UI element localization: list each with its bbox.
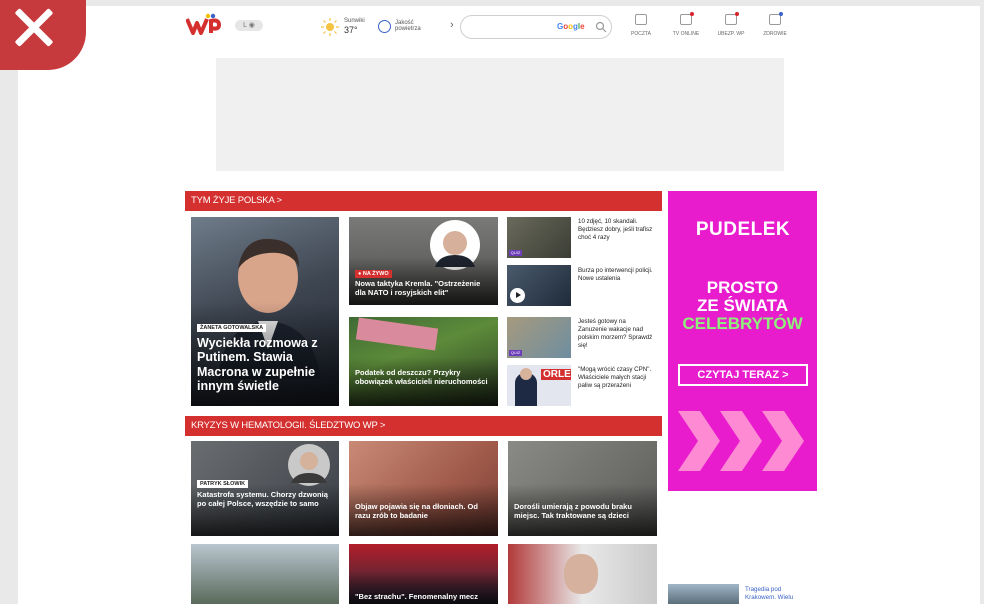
- pudelek-headline-line1: PROSTO: [706, 278, 779, 297]
- pudelek-headline-line3: CELEBRYTÓW: [682, 314, 803, 333]
- article-tile[interactable]: Objaw pojawia się na dłoniach. Od razu z…: [349, 441, 498, 536]
- air-quality-label: Jakość powietrza: [395, 20, 421, 32]
- side-article-title[interactable]: Burza po interwencji policji. Nowe ustal…: [578, 267, 656, 283]
- article-title: Dorośli umierają z powodu braku miejsc. …: [514, 502, 632, 520]
- chevron-arrows-icon: [678, 411, 804, 471]
- air-quality-widget[interactable]: Jakość powietrza ›: [378, 19, 458, 35]
- health-icon: [769, 12, 783, 25]
- search-icon[interactable]: [595, 21, 607, 33]
- orlen-logo: ORLEN: [541, 369, 571, 380]
- play-icon: [510, 288, 525, 303]
- language-toggle[interactable]: L ◉: [235, 20, 263, 31]
- pudelek-logo: PUDELEK: [695, 219, 791, 240]
- author-badge: PATRYK SŁOWIK: [197, 480, 249, 488]
- air-quality-icon: [378, 20, 391, 33]
- tv-icon: [680, 12, 694, 25]
- close-icon[interactable]: [0, 0, 86, 70]
- header-link-tv[interactable]: TV ONLINE: [664, 12, 708, 37]
- google-logo: Google: [557, 22, 585, 31]
- page-container: L ◉ Sunwiki 37° Jakość powietrza › Googl…: [18, 6, 980, 604]
- article-tile[interactable]: [508, 544, 657, 604]
- author-photo: [288, 444, 330, 486]
- header-link-mail[interactable]: POCZTA: [619, 14, 663, 37]
- live-badge: ● NA ŻYWO: [355, 270, 392, 278]
- search-box[interactable]: Google: [460, 15, 612, 39]
- article-tile[interactable]: [191, 544, 339, 604]
- header-link-label: UBEZP. WP: [717, 31, 745, 37]
- main-article-tile[interactable]: ŻANETA GOTOWALSKA Wyciekła rozmowa z Put…: [191, 217, 339, 406]
- section-header-polska[interactable]: TYM ŻYJE POLSKA >: [185, 191, 662, 211]
- article-tile[interactable]: Dorośli umierają z powodu braku miejsc. …: [508, 441, 657, 536]
- article-title: Objaw pojawia się na dłoniach. Od razu z…: [355, 502, 478, 520]
- side-article-thumb[interactable]: QUIZ: [507, 217, 571, 258]
- wp-logo[interactable]: [185, 13, 224, 37]
- mid-article-title: Podatek od deszczu? Przykry obowiązek wł…: [355, 368, 488, 386]
- article-title: Katastrofa systemu. Chorzy dzwonią po ca…: [197, 490, 328, 508]
- wp-logo-icon: [185, 13, 222, 35]
- pudelek-ad[interactable]: PUDELEK PROSTO ZE ŚWIATA CELEBRYTÓW CZYT…: [668, 191, 817, 491]
- header-link-health[interactable]: ZDROWIE: [753, 12, 797, 37]
- search-input[interactable]: [471, 21, 571, 34]
- header-link-label: ZDROWIE: [763, 31, 787, 37]
- header-link-label: TV ONLINE: [672, 31, 700, 37]
- side-article-thumb[interactable]: QUIZ: [507, 317, 571, 358]
- main-article-title: Wyciekła rozmowa z Putinem. Stawia Macro…: [197, 336, 318, 394]
- mid-article-title: Nowa taktyka Kremla. "Ostrzeżenie dla NA…: [355, 279, 481, 297]
- ad-banner: [216, 58, 784, 171]
- mid-article-tile[interactable]: ● NA ŻYWO Nowa taktyka Kremla. "Ostrzeże…: [349, 217, 498, 305]
- side-article-thumb[interactable]: [668, 584, 739, 604]
- side-article-title[interactable]: Jesteś gotowy na Zanuzenie wakacje nad p…: [578, 318, 656, 350]
- side-article-title[interactable]: Tragedia pod Krakowem. Wielu: [745, 586, 805, 602]
- read-now-button[interactable]: CZYTAJ TERAZ >: [678, 364, 808, 386]
- side-article-thumb[interactable]: ORLEN: [507, 365, 571, 406]
- article-tile[interactable]: "Bez strachu". Fenomenalny mecz: [349, 544, 498, 604]
- mid-article-tile[interactable]: Podatek od deszczu? Przykry obowiązek wł…: [349, 317, 498, 406]
- weather-widget[interactable]: Sunwiki 37°: [320, 15, 380, 37]
- weather-location: Sunwiki: [344, 18, 365, 24]
- side-article-title[interactable]: 10 zdjęć, 10 skandali. Będziesz dobry, j…: [578, 218, 656, 242]
- chevron-right-icon: ›: [450, 19, 454, 31]
- side-article-thumb[interactable]: [507, 265, 571, 306]
- quiz-label: QUIZ: [509, 350, 522, 356]
- mail-icon: [635, 14, 647, 25]
- section-header-hematology[interactable]: KRYZYS W HEMATOLOGII. ŚLEDZTWO WP >: [185, 416, 662, 436]
- sun-icon: [321, 18, 339, 36]
- header-link-label: POCZTA: [631, 31, 651, 37]
- weather-temperature: 37°: [344, 25, 358, 35]
- header-link-insurance[interactable]: UBEZP. WP: [709, 12, 753, 37]
- insurance-icon: [725, 12, 739, 25]
- article-title: "Bez strachu". Fenomenalny mecz: [355, 592, 478, 601]
- quiz-label: QUIZ: [509, 250, 522, 256]
- pudelek-headline-line2: ZE ŚWIATA: [697, 296, 788, 315]
- side-article-title[interactable]: "Mogą wrócić czasy CPN". Właściciele mał…: [578, 366, 656, 390]
- author-badge: ŻANETA GOTOWALSKA: [197, 324, 267, 332]
- article-tile[interactable]: PATRYK SŁOWIK Katastrofa systemu. Chorzy…: [191, 441, 339, 536]
